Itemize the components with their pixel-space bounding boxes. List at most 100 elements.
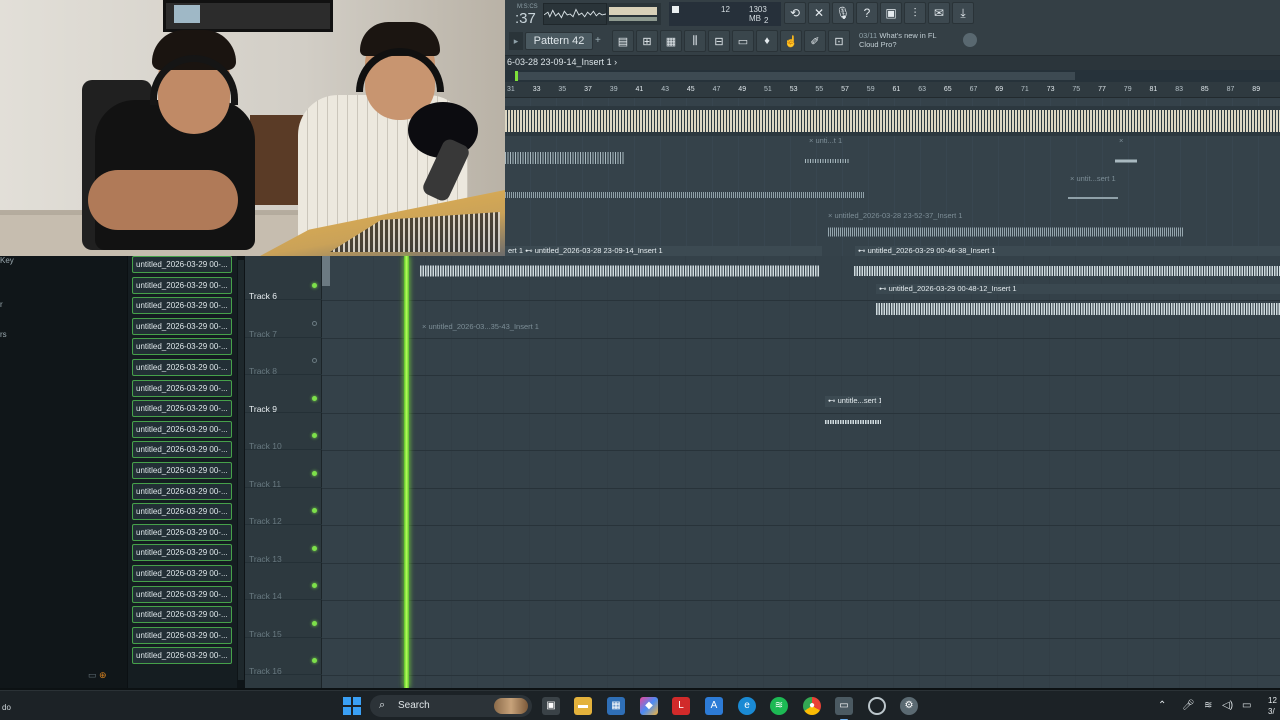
pattern-prev-button[interactable]: ▸ bbox=[509, 32, 523, 50]
chat-icon[interactable]: ✉ bbox=[928, 2, 950, 24]
wifi-icon[interactable]: ≋ bbox=[1204, 700, 1212, 711]
playlist-grid[interactable]: ⊷ untitled_2026-03-29 00-48-12_Insert 1 … bbox=[322, 256, 1280, 688]
track-mute-led-icon[interactable] bbox=[312, 283, 317, 288]
save-icon[interactable]: ▣ bbox=[880, 2, 902, 24]
clip-header[interactable]: ⊷ untitled_2026-03-29 00-46-38_Insert 1 bbox=[855, 246, 1280, 256]
browser-file-item[interactable]: untitled_2026-03-29 00-... bbox=[132, 359, 232, 376]
browser-file-item[interactable]: untitled_2026-03-29 00-... bbox=[132, 400, 232, 418]
audio-clip-waveform[interactable] bbox=[420, 342, 546, 345]
audio-clip-waveform[interactable] bbox=[805, 153, 850, 163]
track-header[interactable]: Track 11 bbox=[245, 451, 322, 489]
scroll-handle[interactable] bbox=[322, 256, 330, 286]
volume-icon[interactable]: ◁) bbox=[1222, 700, 1233, 711]
store-icon[interactable]: ▦ bbox=[607, 697, 625, 715]
file-explorer-icon[interactable]: ▬ bbox=[574, 697, 592, 715]
tools-icon[interactable]: ✕ bbox=[808, 2, 830, 24]
track-header[interactable]: Track 10 bbox=[245, 413, 322, 451]
song-time-display[interactable]: M:S:CS :37 bbox=[509, 2, 543, 28]
mixer-icon[interactable]: ⫶ bbox=[904, 2, 926, 24]
browser-file-item[interactable]: untitled_2026-03-29 00-... bbox=[132, 503, 232, 521]
track-mute-led-icon[interactable] bbox=[312, 583, 317, 588]
browser-file-item[interactable]: untitled_2026-03-29 00-... bbox=[132, 647, 232, 665]
clip-header[interactable]: ert 1 ⊷ untitled_2026-03-28 23-09-14_Ins… bbox=[505, 246, 822, 256]
track-mute-led-icon[interactable] bbox=[312, 395, 317, 401]
app-l-icon[interactable]: L bbox=[672, 697, 690, 715]
track-header[interactable]: Track 7 bbox=[245, 301, 322, 339]
track-header[interactable]: Track 13 bbox=[245, 526, 322, 564]
browser-file-item[interactable]: untitled_2026-03-29 00-... bbox=[132, 297, 232, 315]
news-icon[interactable] bbox=[963, 33, 977, 47]
chrome-icon[interactable]: ● bbox=[803, 697, 821, 715]
clip-label[interactable]: × unti...t 1 bbox=[809, 136, 842, 145]
browser-scrollbar[interactable] bbox=[237, 256, 245, 688]
browser-file-item[interactable]: untitled_2026-03-29 00-... bbox=[132, 256, 232, 273]
track-mute-led-icon[interactable] bbox=[312, 658, 317, 663]
browser-file-item[interactable]: untitled_2026-03-29 00-... bbox=[132, 565, 232, 582]
playlist-icon[interactable]: ▤ bbox=[612, 30, 634, 52]
settings-gear-icon[interactable]: ⚙ bbox=[900, 697, 918, 715]
audio-clip-waveform[interactable] bbox=[1068, 190, 1118, 200]
help-icon[interactable]: ? bbox=[856, 2, 878, 24]
browser-file-item[interactable]: untitled_2026-03-29 00-... bbox=[132, 462, 232, 479]
touch-icon[interactable]: ☝ bbox=[780, 30, 802, 52]
app-circle-icon[interactable] bbox=[868, 697, 886, 715]
add-pattern-button[interactable]: + bbox=[595, 32, 605, 50]
audio-clip-waveform[interactable] bbox=[1115, 153, 1137, 163]
browser-file-item[interactable]: untitled_2026-03-29 00-... bbox=[132, 482, 232, 500]
clip-header[interactable]: ⊷ untitled_2026-03-29 00-48-12_Insert 1 bbox=[876, 284, 1280, 294]
playlist-scrollbar[interactable] bbox=[505, 70, 1280, 82]
browser-file-item[interactable]: untitled_2026-03-29 00-... bbox=[132, 420, 232, 438]
audio-clip-waveform[interactable] bbox=[505, 188, 865, 202]
track-mute-led-icon[interactable] bbox=[312, 620, 317, 626]
scroll-thumb[interactable] bbox=[515, 72, 1075, 80]
folder-icon[interactable]: ▭ ⊕ bbox=[88, 670, 107, 681]
track-header[interactable]: Track 6 bbox=[245, 263, 322, 301]
copilot-icon[interactable]: ◆ bbox=[640, 697, 658, 715]
track-header[interactable]: Track 15 bbox=[245, 601, 322, 639]
track-mute-led-icon[interactable] bbox=[312, 358, 317, 363]
plugin-icon[interactable]: ♦ bbox=[756, 30, 778, 52]
clip-label[interactable]: × bbox=[1119, 136, 1123, 145]
microphone-tray-icon[interactable]: 🎤︎ bbox=[1182, 700, 1195, 711]
track-mute-led-icon[interactable] bbox=[312, 508, 317, 513]
track-header[interactable]: Track 9 bbox=[245, 376, 322, 414]
clip-label[interactable]: × untitled_2026-03-28 23-52-37_Insert 1 bbox=[828, 211, 962, 220]
track-header[interactable]: Track 12 bbox=[245, 488, 322, 526]
undo-icon[interactable]: ⟲ bbox=[784, 2, 806, 24]
track-header[interactable]: Track 16 bbox=[245, 638, 322, 676]
audio-clip-full[interactable] bbox=[505, 106, 1280, 136]
clock[interactable]: 12 3/ bbox=[1268, 695, 1277, 717]
track-header[interactable]: Track 8 bbox=[245, 338, 322, 376]
mixer-view-icon[interactable]: ⫼ bbox=[684, 30, 706, 52]
browser-file-item[interactable]: untitled_2026-03-29 00-... bbox=[132, 544, 232, 562]
project-icon[interactable]: ▭ bbox=[732, 30, 754, 52]
spotify-icon[interactable]: ≋ bbox=[770, 697, 788, 715]
browser-file-item[interactable]: untitled_2026-03-29 00-... bbox=[132, 523, 232, 541]
audio-clip-waveform[interactable] bbox=[420, 262, 820, 280]
browser-file-item[interactable]: untitled_2026-03-29 00-... bbox=[132, 276, 232, 294]
taskbar-search[interactable]: ⌕ Search bbox=[370, 695, 532, 717]
windows-start-icon[interactable] bbox=[343, 697, 361, 715]
edge-icon[interactable]: e bbox=[738, 697, 756, 715]
browser-file-item[interactable]: untitled_2026-03-29 00-... bbox=[132, 379, 232, 397]
track-mute-led-icon[interactable] bbox=[312, 433, 317, 438]
browser-file-item[interactable]: untitled_2026-03-29 00-... bbox=[132, 317, 232, 335]
download-icon[interactable]: ⤓ bbox=[952, 2, 974, 24]
clip-header[interactable]: ⊷ untitle...sert 1 bbox=[825, 396, 881, 407]
browser-file-item[interactable]: untitled_2026-03-29 00-... bbox=[132, 338, 232, 356]
clip-label[interactable]: × untitled_2026-03...35-43_Insert 1 bbox=[422, 322, 539, 331]
microphone-icon[interactable]: 🎙 bbox=[832, 2, 854, 24]
news-panel[interactable]: 03/11 What's new in FL Cloud Pro? bbox=[859, 31, 979, 53]
track-header[interactable]: Track 14 bbox=[245, 563, 322, 601]
timeline-ruler[interactable]: 31 33 35 37 39 41 43 45 47 49 51 53 55 57 59 61 63 65 67 69… bbox=[505, 82, 1280, 98]
track-mute-led-icon[interactable] bbox=[312, 320, 317, 326]
fl-studio-icon[interactable]: ▭ bbox=[835, 697, 853, 720]
audio-clip-waveform[interactable] bbox=[854, 262, 1280, 280]
browser-icon[interactable]: ⊟ bbox=[708, 30, 730, 52]
track-mute-led-icon[interactable] bbox=[312, 470, 317, 476]
track-mute-led-icon[interactable] bbox=[312, 545, 317, 551]
browser-file-item[interactable]: untitled_2026-03-29 00-... bbox=[132, 626, 232, 644]
audio-clip-waveform[interactable] bbox=[825, 414, 881, 424]
channel-rack-icon[interactable]: ▦ bbox=[660, 30, 682, 52]
audio-clip-waveform[interactable] bbox=[505, 148, 625, 168]
